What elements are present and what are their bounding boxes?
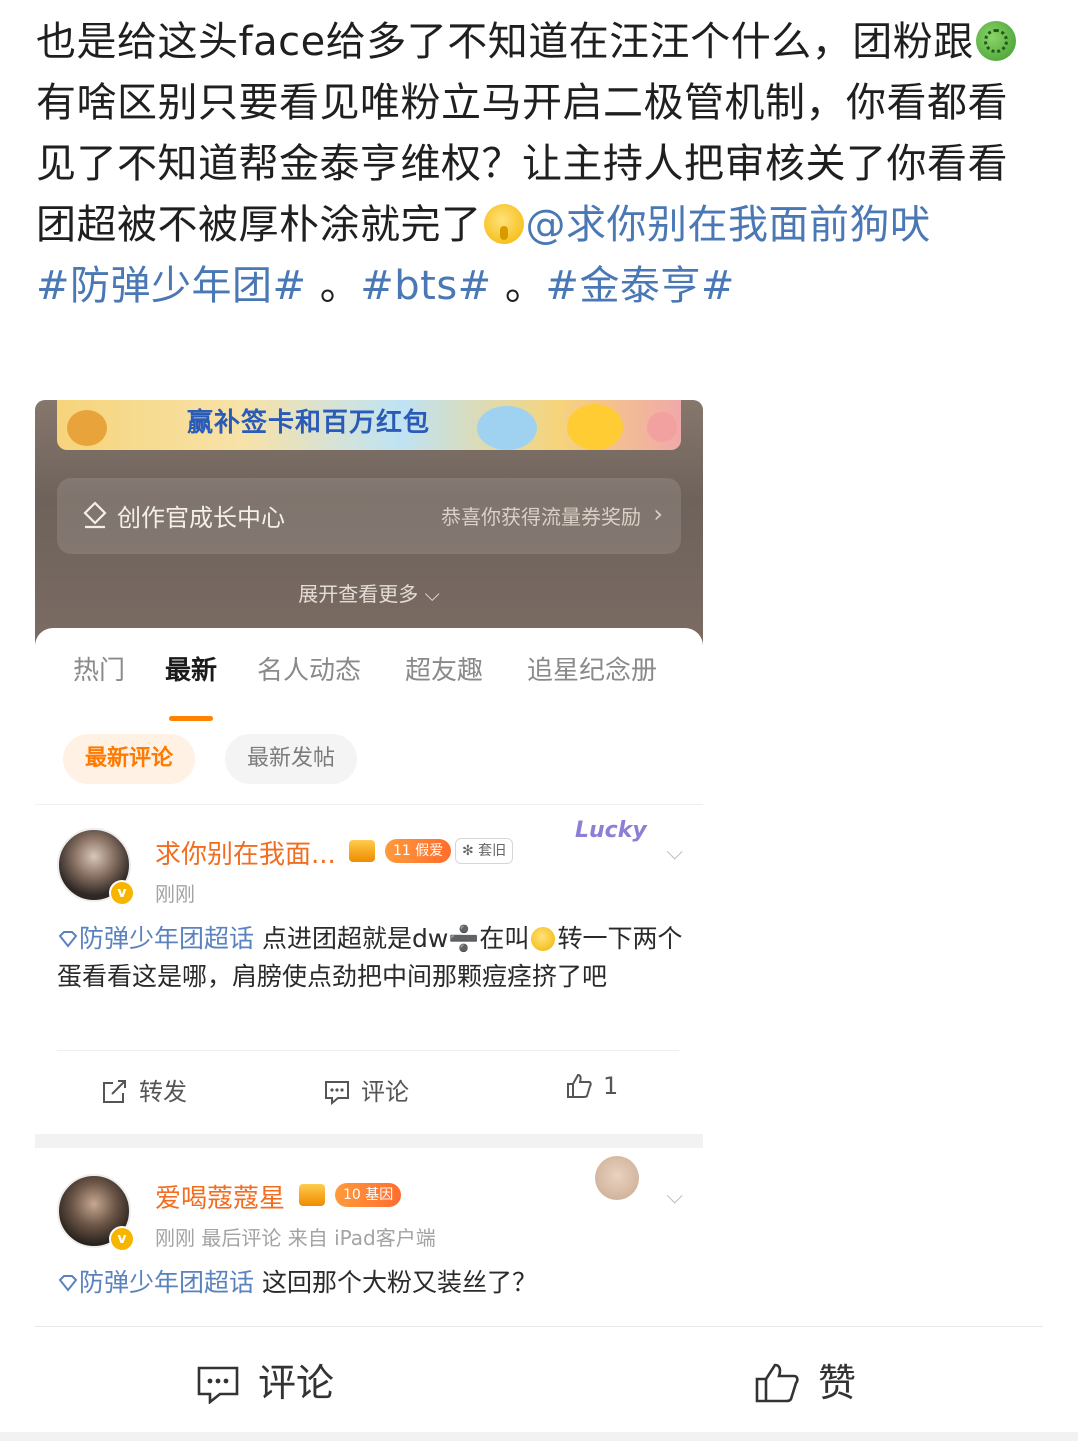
tag-separator: 。 xyxy=(491,263,546,309)
feed-post[interactable]: v 爱喝蔻蔻星 10 基因 ⌵ 刚刚 最后评论 来自 iPad客户端 防弹少年团… xyxy=(35,1148,703,1320)
chip-latest-comments[interactable]: 最新评论 xyxy=(63,734,196,784)
like-button[interactable]: 赞 xyxy=(754,1352,856,1407)
verified-badge-icon: v xyxy=(109,880,135,906)
crown-icon xyxy=(349,840,375,862)
thumbs-up-icon xyxy=(567,1073,592,1098)
growth-reward-text: 恭喜你获得流量券奖励 xyxy=(441,505,641,529)
username[interactable]: 求你别在我面... xyxy=(155,834,336,871)
chip-latest-posts[interactable]: 最新发帖 xyxy=(225,734,358,784)
feed-separator xyxy=(35,1134,703,1148)
hashtag-kim-taehyung[interactable]: #金泰亨# xyxy=(545,263,735,309)
teddy-bear-decoration-icon xyxy=(595,1156,639,1200)
like-button[interactable]: 1 xyxy=(565,1072,618,1100)
attached-screenshot[interactable]: 赢补签卡和百万红包 创作官成长中心 恭喜你获得流量券奖励 › 展开查看更多 ⌵ … xyxy=(35,400,703,1320)
post-text-body: 这回那个大粉又装丝了？ xyxy=(254,1268,537,1297)
comment-label: 评论 xyxy=(258,1361,335,1405)
tab-latest[interactable]: 最新 xyxy=(165,650,217,687)
user-mention-link[interactable]: @求你别在我面前狗吠 xyxy=(526,202,931,248)
comment-icon xyxy=(197,1366,239,1405)
chevron-down-icon[interactable]: ⌵ xyxy=(666,1184,683,1209)
supertopic-link[interactable]: 防弹少年团超话 xyxy=(79,1268,254,1297)
thumbs-up-icon xyxy=(755,1363,799,1403)
fan-level-badge: 10 基因 xyxy=(335,1183,402,1207)
promo-banner[interactable]: 赢补签卡和百万红包 xyxy=(57,400,681,450)
crown-icon xyxy=(299,1184,325,1206)
post-actions: 转发 评论 1 xyxy=(35,1054,703,1124)
post-body: 也是给这头face给多了不知道在汪汪个什么，团粉跟有啥区别只要看见唯粉立马开启二… xyxy=(36,12,1036,317)
like-count: 1 xyxy=(603,1072,619,1100)
post-text-part1: 也是给这头face给多了不知道在汪汪个什么，团粉跟 xyxy=(36,19,974,65)
tab-hot[interactable]: 热门 xyxy=(73,650,125,687)
feed-post[interactable]: v 求你别在我面... 11 假爱 ✻ 套旧 Lucky ⌵ 刚刚 防弹少年团超… xyxy=(35,804,703,1134)
germ-emoji-icon xyxy=(975,21,1016,61)
banner-text: 赢补签卡和百万红包 xyxy=(187,408,431,438)
comment-button[interactable]: 评论 xyxy=(196,1352,334,1407)
post-text-b: 在叫 xyxy=(479,924,530,953)
post-text-a: 点进团超就是dw xyxy=(254,924,449,953)
post-text: 防弹少年团超话 这回那个大粉又装丝了？ xyxy=(57,1264,687,1302)
repost-button[interactable]: 转发 xyxy=(101,1072,187,1107)
supertopic-link[interactable]: 防弹少年团超话 xyxy=(79,924,254,953)
growth-center-title: 创作官成长中心 xyxy=(117,504,285,532)
lucky-decoration: Lucky xyxy=(575,818,647,843)
chevron-right-icon: › xyxy=(653,500,663,528)
bottom-divider xyxy=(35,1326,1043,1327)
active-tab-indicator xyxy=(169,716,213,721)
creator-icon xyxy=(83,501,107,529)
banner-decoration-icon xyxy=(567,404,623,450)
verified-badge-icon: v xyxy=(109,1226,135,1252)
fan-group-badge: ✻ 套旧 xyxy=(455,838,514,864)
chevron-down-icon[interactable]: ⌵ xyxy=(666,840,683,865)
repost-icon xyxy=(103,1080,126,1103)
post-time: 刚刚 xyxy=(155,882,195,906)
supertopic-diamond-icon xyxy=(58,931,78,948)
banner-decoration-icon xyxy=(67,410,107,446)
username[interactable]: 爱喝蔻蔻星 xyxy=(155,1178,285,1215)
thinking-face-emoji-icon xyxy=(531,927,556,951)
expand-more-link[interactable]: 展开查看更多 ⌵ xyxy=(35,578,703,607)
hashtag-bts-group[interactable]: #防弹少年团# xyxy=(36,263,307,309)
divide-sign: ➗ xyxy=(448,924,480,953)
tab-celebrity[interactable]: 名人动态 xyxy=(257,650,361,687)
supertopic-diamond-icon xyxy=(58,1275,78,1292)
hashtag-bts[interactable]: #bts# xyxy=(360,263,491,309)
repost-label: 转发 xyxy=(139,1078,187,1106)
banner-decoration-icon xyxy=(647,412,677,442)
comment-label: 评论 xyxy=(361,1078,409,1106)
shushing-face-emoji-icon xyxy=(483,204,524,244)
bottom-strip xyxy=(0,1432,1078,1441)
comment-icon xyxy=(325,1081,349,1106)
supertopic-header: 赢补签卡和百万红包 创作官成长中心 恭喜你获得流量券奖励 › 展开查看更多 ⌵ xyxy=(35,400,703,650)
like-label: 赞 xyxy=(818,1361,857,1405)
feed-tabs: 热门 最新 名人动态 超友趣 追星纪念册 xyxy=(35,650,703,721)
tag-separator: 。 xyxy=(306,263,361,309)
post-text: 防弹少年团超话 点进团超就是dw➗在叫 转一下两个蛋看看这是哪，肩膀使点劲把中间那… xyxy=(57,920,687,996)
tab-super-fun[interactable]: 超友趣 xyxy=(405,650,483,687)
comment-button[interactable]: 评论 xyxy=(323,1072,409,1107)
post-meta: 刚刚 最后评论 来自 iPad客户端 xyxy=(155,1226,436,1250)
creator-growth-center[interactable]: 创作官成长中心 恭喜你获得流量券奖励 › xyxy=(57,478,681,554)
tab-star-album[interactable]: 追星纪念册 xyxy=(527,650,657,687)
fan-level-badge: 11 假爱 xyxy=(385,839,452,863)
divider xyxy=(57,1050,679,1051)
banner-decoration-icon xyxy=(477,406,537,450)
feed-panel: 热门 最新 名人动态 超友趣 追星纪念册 最新评论 最新发帖 v 求你别在我面.… xyxy=(35,628,703,1320)
